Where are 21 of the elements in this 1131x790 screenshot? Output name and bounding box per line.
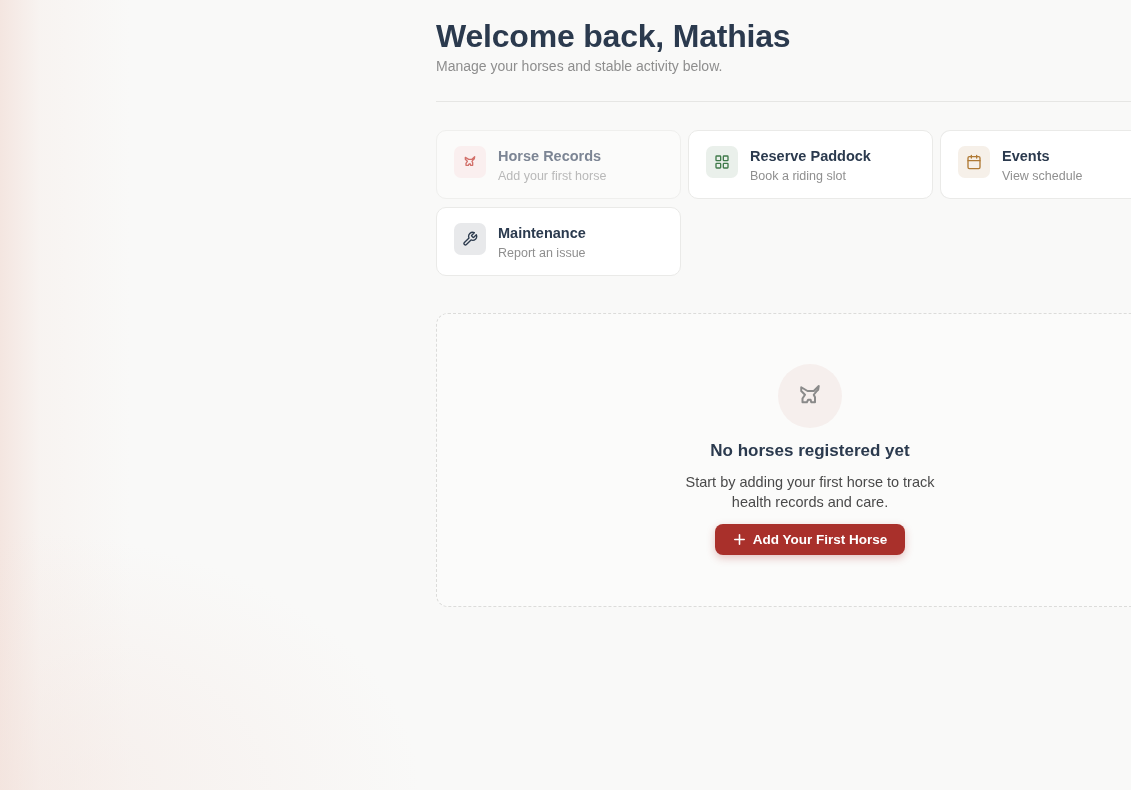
- card-title: Horse Records: [498, 147, 603, 166]
- card-subtitle: Add your first horse: [498, 168, 607, 185]
- action-card[interactable]: Maintenance Report an issue: [436, 207, 681, 276]
- empty-state-title: No horses registered yet: [710, 440, 910, 462]
- card-subtitle: Book a riding slot: [750, 168, 847, 185]
- grid-icon: [706, 146, 738, 178]
- add-horse-button[interactable]: Add Your First Horse: [714, 524, 906, 555]
- card-title: Reserve Paddock: [750, 147, 871, 166]
- plus-icon: [733, 534, 745, 545]
- card-subtitle: Report an issue: [498, 245, 586, 262]
- card-title: Maintenance: [498, 224, 586, 243]
- card-title: Events: [1002, 147, 1051, 166]
- wrench-icon: [454, 223, 486, 255]
- page-subtitle: Manage your horses and stable activity below.: [436, 57, 724, 76]
- card-subtitle: View schedule: [1002, 168, 1083, 185]
- horse-icon: [454, 146, 486, 178]
- empty-state-message: Start by adding your first horse to track health records and care.: [684, 473, 936, 512]
- action-card[interactable]: Reserve Paddock Book a riding slot: [688, 130, 933, 199]
- action-card[interactable]: Events View schedule: [940, 130, 1131, 199]
- page-title: Welcome back, Mathias: [436, 17, 792, 56]
- calendar-icon: [958, 146, 990, 178]
